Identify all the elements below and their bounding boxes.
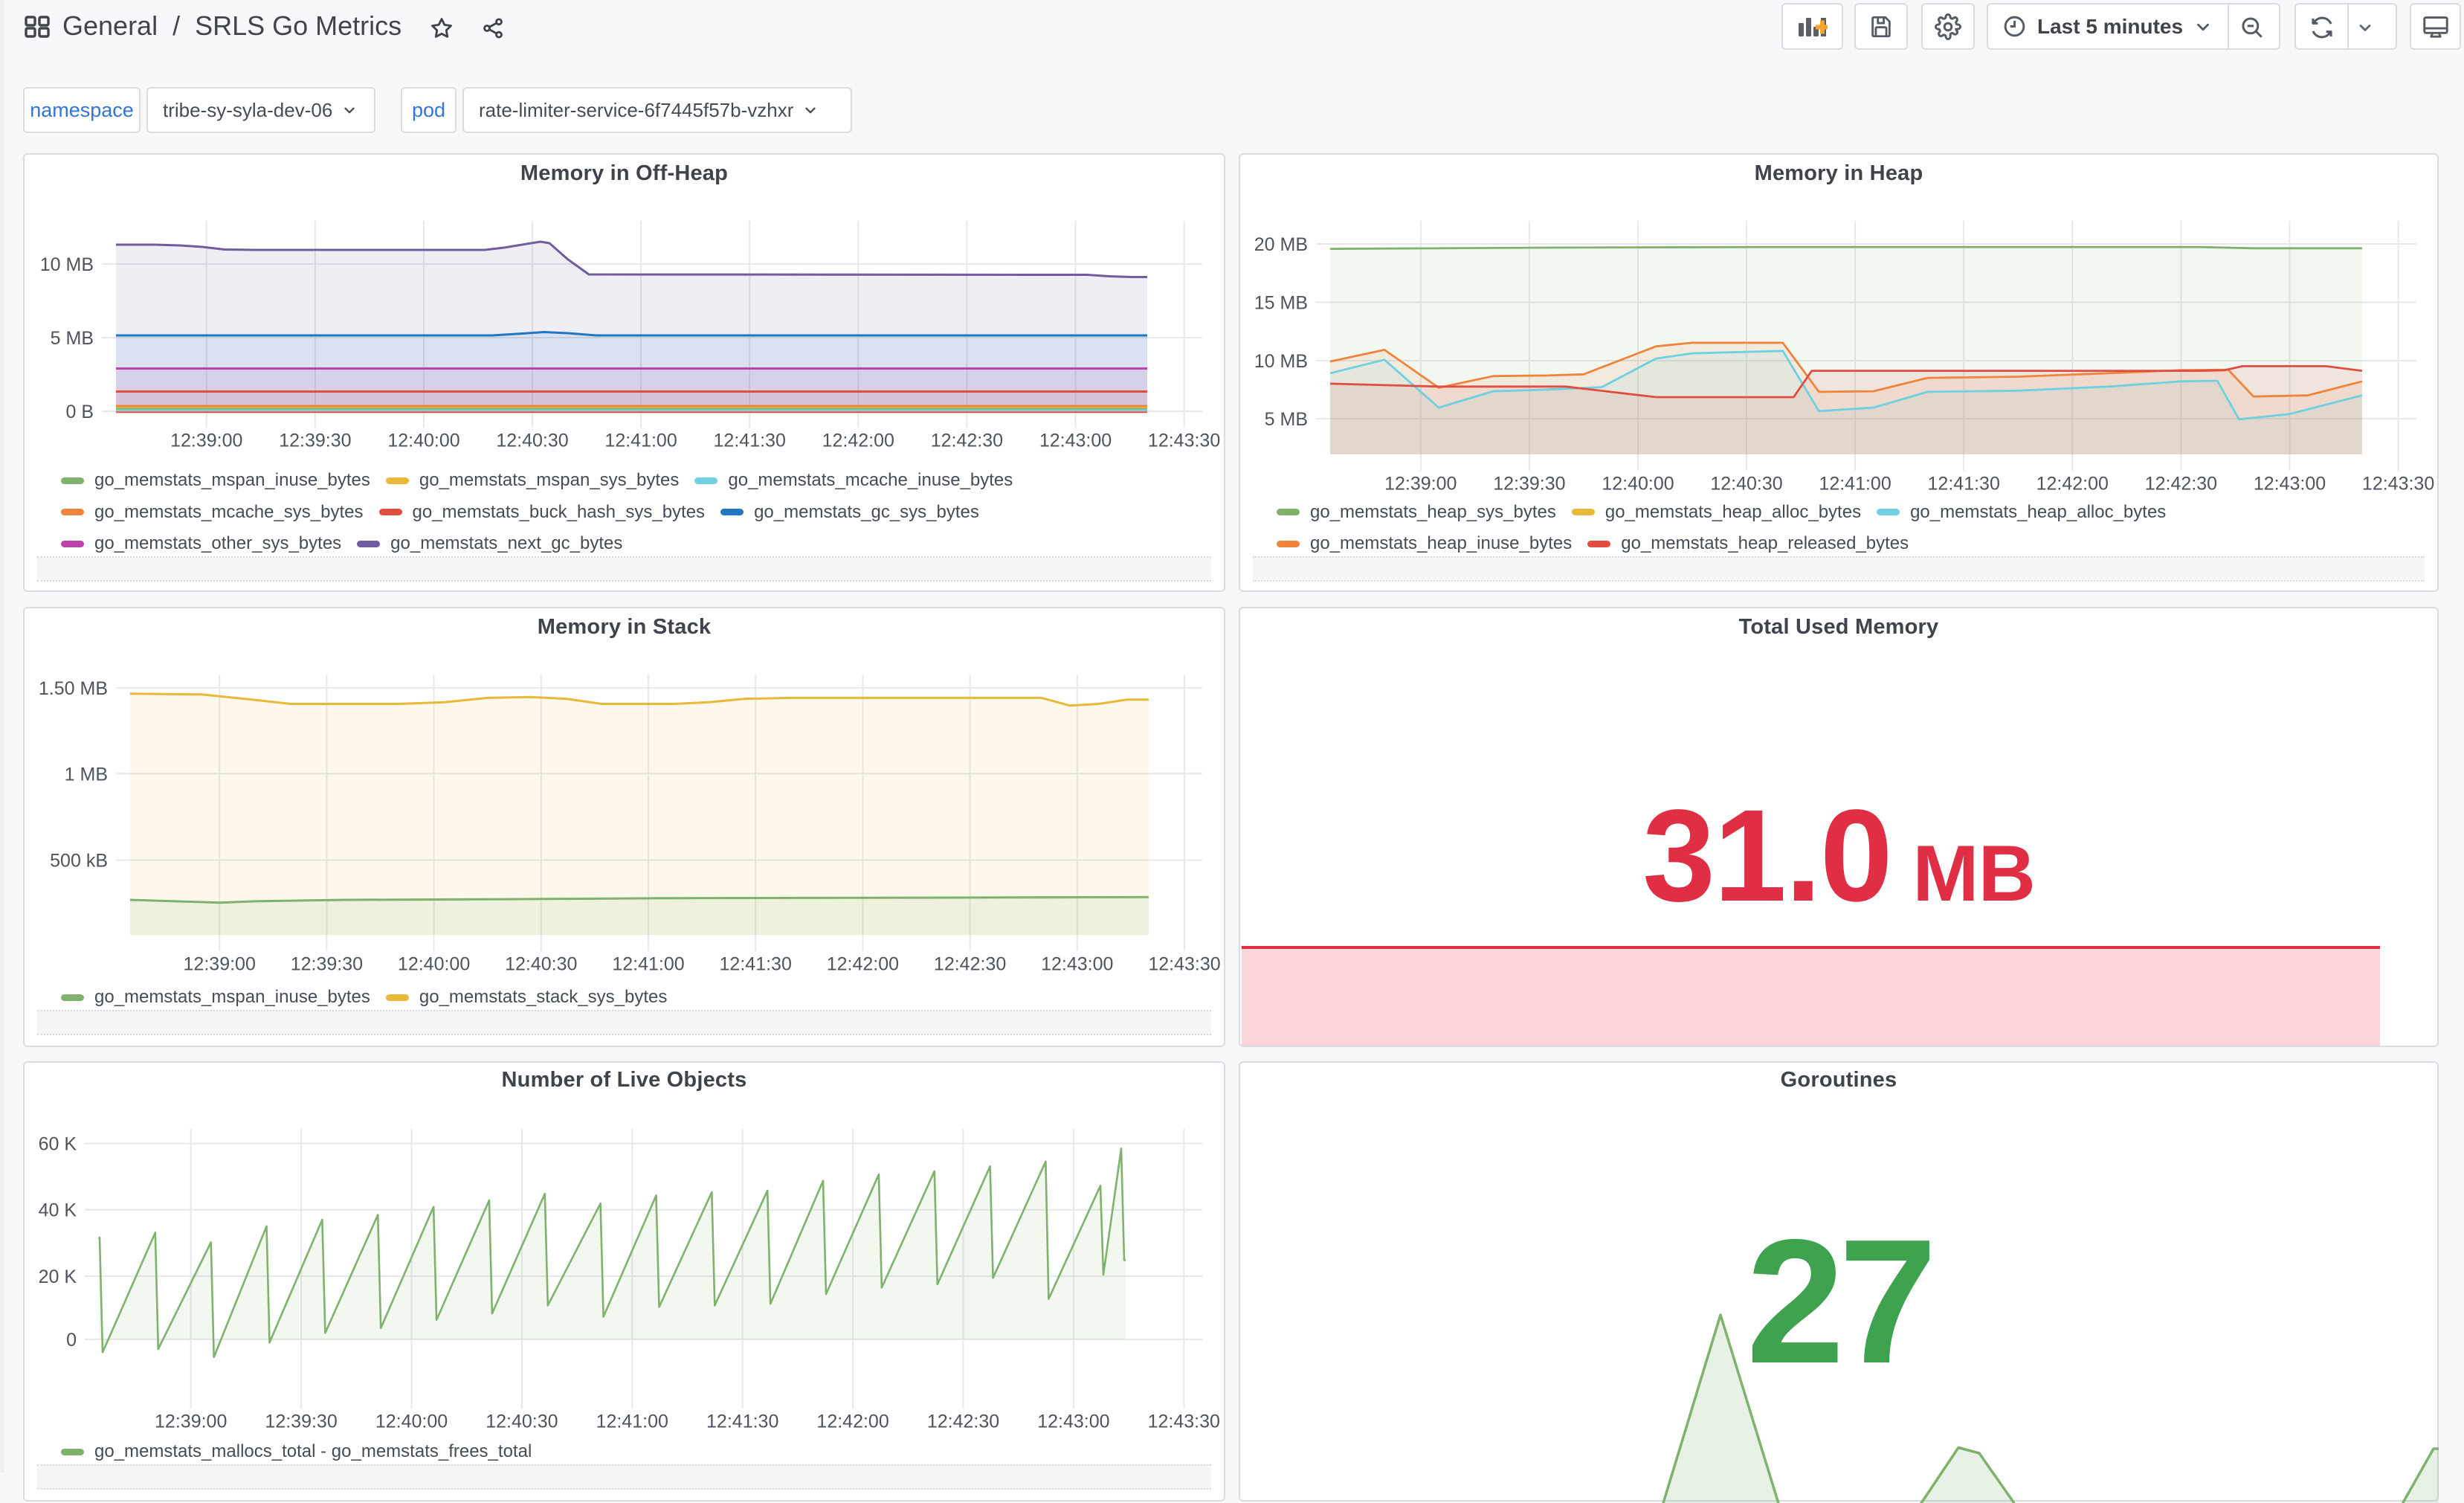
svg-text:5 MB: 5 MB — [1265, 409, 1308, 430]
svg-text:12:42:30: 12:42:30 — [934, 954, 1006, 975]
svg-text:12:40:00: 12:40:00 — [1602, 474, 1674, 495]
svg-text:12:43:30: 12:43:30 — [1148, 431, 1220, 451]
svg-text:12:41:00: 12:41:00 — [604, 431, 677, 451]
svg-text:20 MB: 20 MB — [1254, 234, 1308, 255]
svg-text:0: 0 — [66, 1330, 77, 1351]
svg-text:60 K: 60 K — [39, 1134, 77, 1155]
svg-text:12:39:00: 12:39:00 — [1384, 474, 1457, 495]
svg-text:0 B: 0 B — [65, 402, 94, 422]
svg-text:12:43:00: 12:43:00 — [1039, 431, 1112, 451]
svg-text:12:40:30: 12:40:30 — [505, 954, 577, 975]
svg-text:12:43:00: 12:43:00 — [1041, 954, 1113, 975]
svg-text:12:39:00: 12:39:00 — [170, 431, 242, 451]
svg-text:12:39:00: 12:39:00 — [155, 1412, 227, 1432]
svg-text:12:42:00: 12:42:00 — [827, 954, 899, 975]
svg-text:500 kB: 500 kB — [50, 851, 108, 872]
svg-text:12:40:30: 12:40:30 — [1710, 474, 1782, 495]
svg-text:12:43:30: 12:43:30 — [1148, 1412, 1220, 1432]
svg-text:12:39:00: 12:39:00 — [184, 954, 256, 975]
svg-text:12:42:00: 12:42:00 — [2036, 474, 2109, 495]
svg-text:12:42:30: 12:42:30 — [927, 1412, 999, 1432]
svg-text:1 MB: 1 MB — [65, 764, 108, 785]
svg-text:40 K: 40 K — [39, 1200, 77, 1221]
svg-text:12:43:00: 12:43:00 — [2254, 474, 2326, 495]
svg-text:12:40:00: 12:40:00 — [398, 954, 470, 975]
svg-text:12:39:30: 12:39:30 — [265, 1412, 337, 1432]
svg-text:12:42:00: 12:42:00 — [822, 431, 894, 451]
svg-text:12:41:30: 12:41:30 — [1928, 474, 2000, 495]
svg-text:20 K: 20 K — [39, 1267, 77, 1287]
svg-text:12:42:30: 12:42:30 — [2145, 474, 2217, 495]
svg-text:12:39:30: 12:39:30 — [279, 431, 351, 451]
svg-text:12:43:00: 12:43:00 — [1037, 1412, 1109, 1432]
svg-text:12:41:30: 12:41:30 — [706, 1412, 778, 1432]
svg-text:10 MB: 10 MB — [40, 254, 94, 275]
svg-text:12:43:30: 12:43:30 — [1148, 954, 1220, 975]
svg-text:10 MB: 10 MB — [1254, 351, 1308, 372]
svg-text:12:40:00: 12:40:00 — [387, 431, 459, 451]
svg-text:12:40:30: 12:40:30 — [496, 431, 568, 451]
svg-text:5 MB: 5 MB — [51, 328, 94, 349]
svg-text:12:39:30: 12:39:30 — [291, 954, 363, 975]
svg-text:12:40:00: 12:40:00 — [375, 1412, 448, 1432]
svg-text:12:39:30: 12:39:30 — [1493, 474, 1565, 495]
svg-text:12:41:00: 12:41:00 — [1819, 474, 1891, 495]
svg-text:12:43:30: 12:43:30 — [2362, 474, 2434, 495]
svg-text:12:41:30: 12:41:30 — [714, 431, 786, 451]
svg-text:1.50 MB: 1.50 MB — [39, 678, 108, 699]
svg-text:12:41:00: 12:41:00 — [596, 1412, 668, 1432]
svg-text:12:41:30: 12:41:30 — [720, 954, 792, 975]
svg-text:12:42:30: 12:42:30 — [931, 431, 1003, 451]
svg-text:12:42:00: 12:42:00 — [816, 1412, 888, 1432]
svg-text:12:41:00: 12:41:00 — [612, 954, 684, 975]
svg-text:15 MB: 15 MB — [1254, 293, 1308, 314]
svg-text:12:40:30: 12:40:30 — [486, 1412, 558, 1432]
